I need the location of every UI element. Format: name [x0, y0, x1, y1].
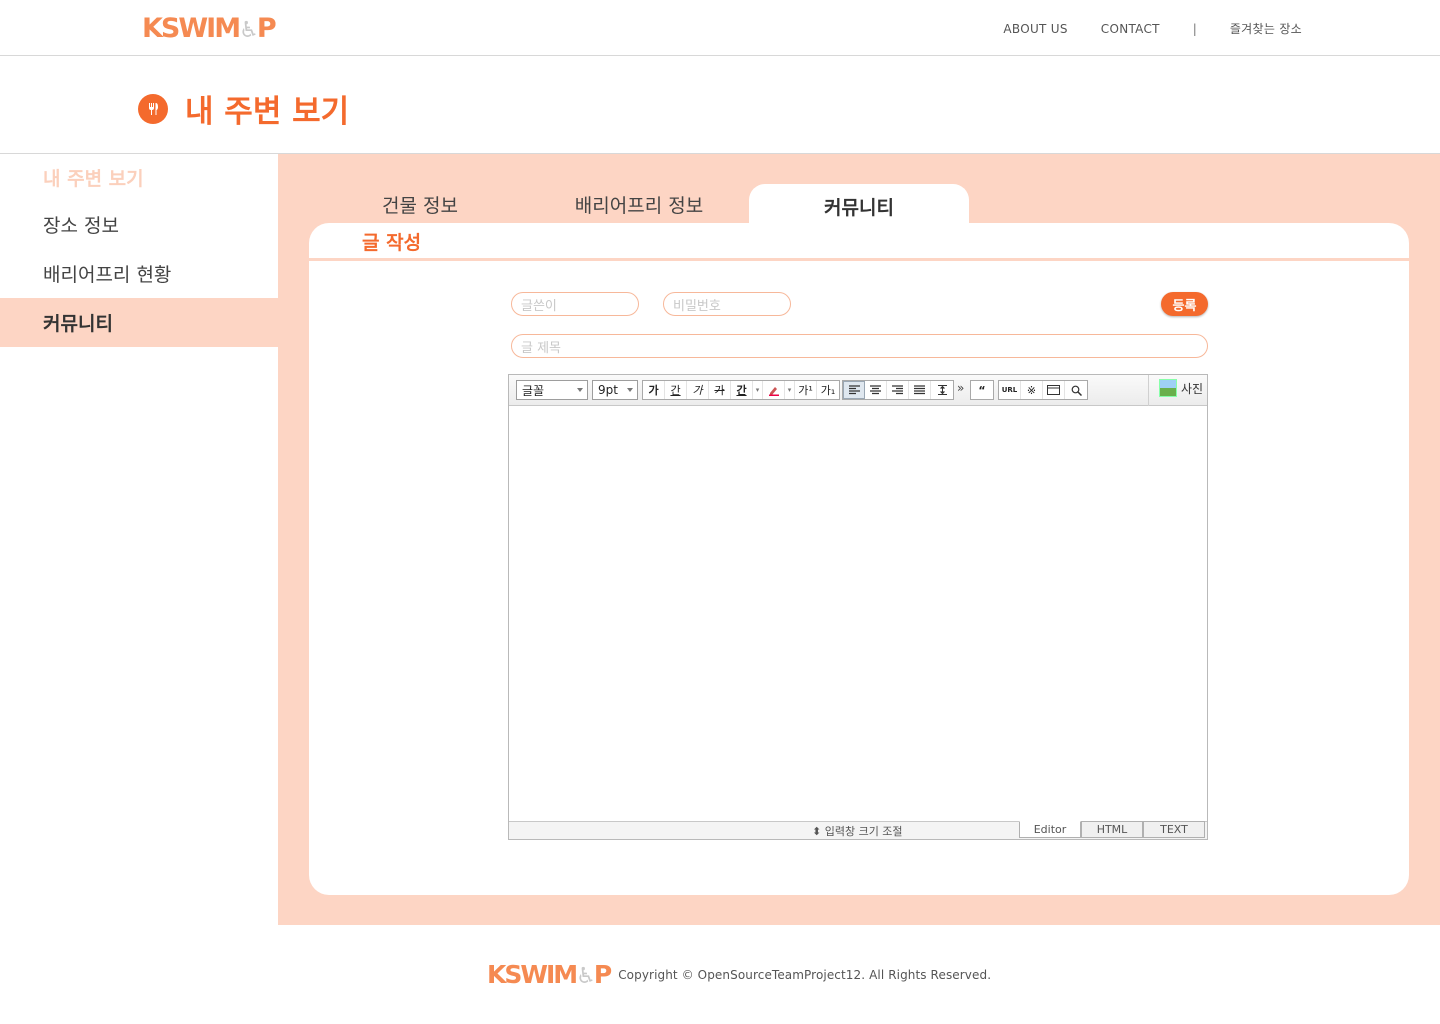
highlight-icon[interactable]	[763, 381, 785, 399]
special-char-icon[interactable]: ※	[1021, 381, 1043, 399]
format-button-group: 가 간 가 가 간 ▾ ▾ 가¹ 가₁	[642, 380, 840, 400]
align-justify-icon[interactable]	[909, 381, 931, 399]
sidebar-item-community[interactable]: 커뮤니티	[0, 298, 278, 347]
strike-button[interactable]: 가	[709, 381, 731, 399]
post-title-field[interactable]: 글 제목	[511, 334, 1208, 358]
tab-barrierfree-info[interactable]: 배리어프리 정보	[550, 184, 728, 224]
insert-photo-button[interactable]: 사진	[1159, 379, 1203, 397]
font-family-value: 글꼴	[522, 383, 545, 398]
italic-button[interactable]: 가	[687, 381, 709, 399]
password-field[interactable]: 비밀번호	[663, 292, 791, 316]
tab-community[interactable]: 커뮤니티	[749, 184, 969, 228]
author-field[interactable]: 글쓴이	[511, 292, 639, 316]
write-post-heading: 글 작성	[362, 232, 422, 254]
sidebar-item-nearby[interactable]: 내 주변 보기	[0, 154, 278, 200]
nav-contact-link[interactable]: CONTACT	[1101, 22, 1160, 36]
rich-text-editor: 글꼴 9pt 가 간 가 가 간 ▾ ▾ 가¹ 가₁ » “ URL ※ 사진 …	[508, 374, 1208, 840]
logo-wordmark: KSWIM♿P	[142, 12, 277, 44]
fork-knife-icon	[138, 93, 168, 124]
sidebar: 내 주변 보기 장소 정보 배리어프리 현황 커뮤니티	[0, 154, 278, 347]
find-icon[interactable]	[1065, 381, 1087, 399]
insert-photo-label: 사진	[1181, 381, 1204, 396]
line-height-icon[interactable]	[931, 381, 953, 399]
sidebar-item-barrierfree[interactable]: 배리어프리 현황	[0, 249, 278, 298]
nav-about-link[interactable]: ABOUT US	[1003, 22, 1067, 36]
tab-building-info[interactable]: 건물 정보	[340, 184, 500, 224]
write-post-card: 글 작성 글쓴이 비밀번호 등록 글 제목 글꼴 9pt 가 간 가 가 간 ▾	[309, 223, 1409, 895]
page-footer: KSWIM♿P Copyright © OpenSourceTeamProjec…	[487, 960, 991, 989]
toolbar-separator	[1148, 375, 1149, 406]
brand-logo[interactable]: KSWIM♿P	[142, 12, 277, 44]
align-center-icon[interactable]	[865, 381, 887, 399]
heading-underline	[309, 258, 1409, 261]
table-icon[interactable]	[1043, 381, 1065, 399]
top-nav: ABOUT US CONTACT | 즐겨찾는 장소	[1003, 20, 1302, 37]
font-size-select[interactable]: 9pt	[592, 380, 638, 400]
font-color-dropdown-icon[interactable]: ▾	[753, 381, 763, 399]
bold-button[interactable]: 가	[643, 381, 665, 399]
highlight-dropdown-icon[interactable]: ▾	[785, 381, 795, 399]
page-title: 내 주변 보기	[138, 86, 349, 131]
font-family-select[interactable]: 글꼴	[516, 380, 588, 400]
submit-button[interactable]: 등록	[1161, 292, 1208, 316]
quote-button-group: “	[970, 380, 994, 400]
align-button-group	[842, 380, 954, 400]
editor-footer: ⬍ 입력창 크기 조절 Editor HTML TEXT	[509, 821, 1207, 839]
top-header: KSWIM♿P ABOUT US CONTACT | 즐겨찾는 장소	[0, 0, 1440, 56]
font-color-button[interactable]: 간	[731, 381, 753, 399]
link-icon[interactable]: URL	[999, 381, 1021, 399]
image-icon	[1159, 379, 1177, 397]
nav-favorites-link[interactable]: 즐겨찾는 장소	[1230, 20, 1302, 37]
mode-html-tab[interactable]: HTML	[1081, 821, 1143, 838]
footer-logo: KSWIM♿P	[487, 960, 612, 989]
insert-button-group: URL ※	[998, 380, 1088, 400]
main-panel: 건물 정보 배리어프리 정보 커뮤니티 글 작성 글쓴이 비밀번호 등록 글 제…	[278, 154, 1440, 925]
align-left-icon[interactable]	[843, 381, 865, 399]
editor-toolbar: 글꼴 9pt 가 간 가 가 간 ▾ ▾ 가¹ 가₁ » “ URL ※ 사진	[509, 375, 1207, 406]
quote-icon[interactable]: “	[971, 381, 993, 399]
page-title-text: 내 주변 보기	[185, 94, 350, 130]
copyright-text: Copyright © OpenSourceTeamProject12. All…	[618, 967, 992, 982]
mode-text-tab[interactable]: TEXT	[1143, 821, 1205, 838]
sidebar-item-place-info[interactable]: 장소 정보	[0, 200, 278, 249]
superscript-button[interactable]: 가¹	[795, 381, 817, 399]
font-size-value: 9pt	[598, 383, 618, 397]
mode-editor-tab[interactable]: Editor	[1019, 821, 1081, 838]
nav-separator: |	[1192, 21, 1197, 36]
subscript-button[interactable]: 가₁	[817, 381, 839, 399]
align-right-icon[interactable]	[887, 381, 909, 399]
editor-mode-tabs: Editor HTML TEXT	[1019, 821, 1205, 838]
more-tools-icon[interactable]: »	[957, 381, 964, 395]
underline-button[interactable]: 간	[665, 381, 687, 399]
resize-handle[interactable]: ⬍ 입력창 크기 조절	[812, 823, 903, 839]
